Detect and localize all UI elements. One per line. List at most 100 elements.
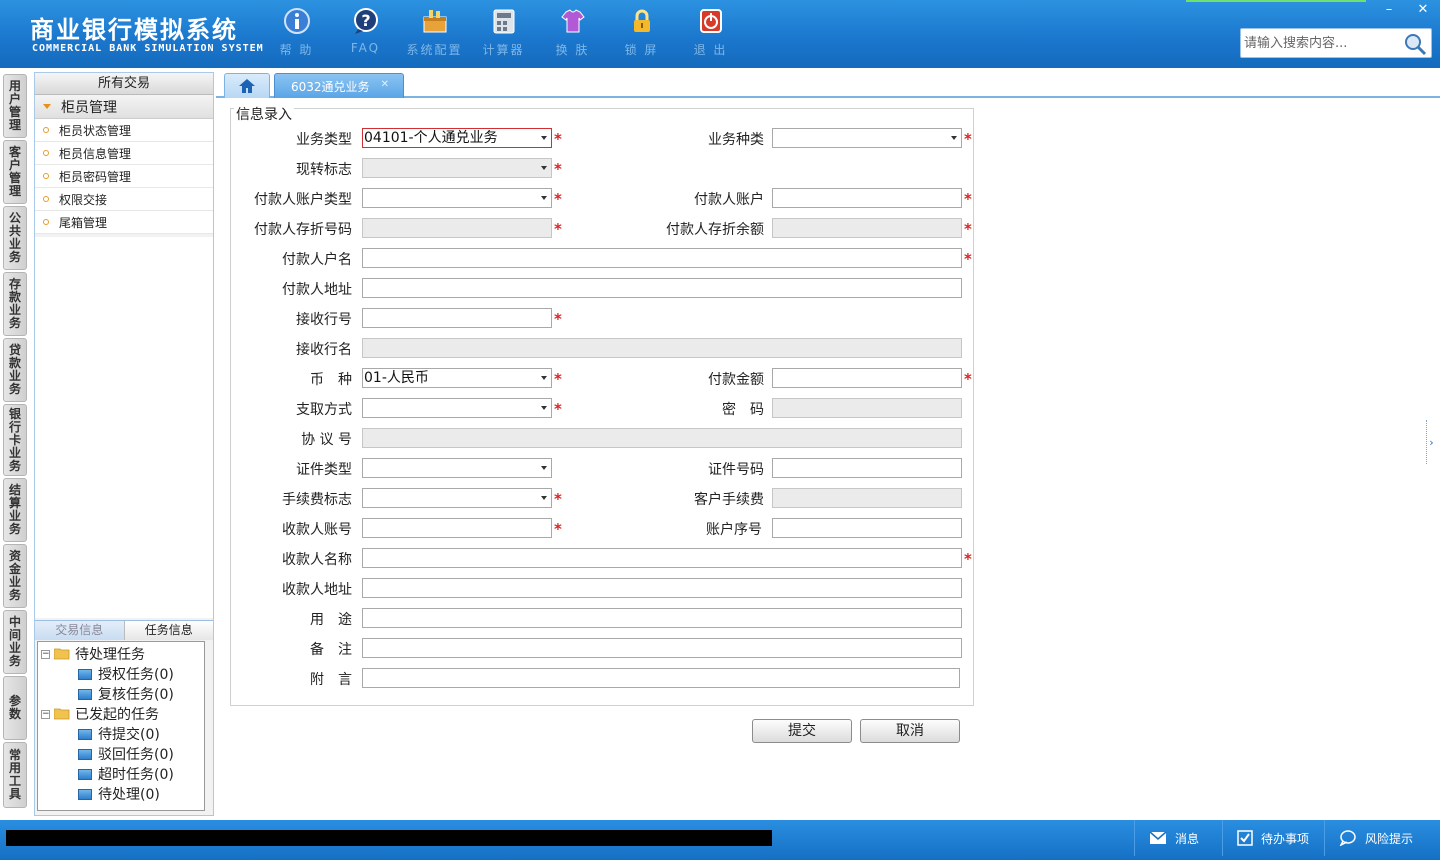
- purpose-input[interactable]: [362, 608, 962, 628]
- tree-leaf-label: 待处理(0): [98, 787, 160, 803]
- payer-address-input[interactable]: [362, 278, 962, 298]
- vtab-common-tools[interactable]: 常用工具: [3, 742, 27, 808]
- module-tabs: 用户管理 客户管理 公共业务 存款业务 贷款业务 银行卡业务 结算业务 资金业务…: [0, 68, 30, 820]
- tree-leaf-rejected[interactable]: 驳回任务(0): [38, 744, 204, 764]
- account-seq-input[interactable]: [772, 518, 962, 538]
- business-type-label: 业务类型: [296, 132, 352, 148]
- tree-leaf-authorization[interactable]: 授权任务(0): [38, 664, 204, 684]
- side-panel-toggle[interactable]: ›: [1426, 420, 1436, 464]
- payee-account-input[interactable]: [362, 518, 552, 538]
- vtab-deposit-business[interactable]: 存款业务: [3, 272, 27, 336]
- toolbar-skin-button[interactable]: 换 肤: [538, 6, 607, 62]
- tab-task-info[interactable]: 任务信息: [123, 621, 213, 640]
- withdraw-method-select[interactable]: [362, 398, 552, 418]
- vtab-fund-business[interactable]: 资金业务: [3, 544, 27, 608]
- all-transactions-header[interactable]: 所有交易: [35, 73, 213, 95]
- task-list-icon: [78, 728, 92, 740]
- app-header: 商业银行模拟系统 COMMERCIAL BANK SIMULATION SYST…: [0, 0, 1440, 68]
- close-window-button[interactable]: ✕: [1406, 0, 1440, 18]
- tree-leaf-to-process[interactable]: 待处理(0): [38, 784, 204, 804]
- toolbar-settings-button[interactable]: 系统配置: [400, 6, 469, 62]
- toolbar-exit-button[interactable]: 退 出: [676, 6, 745, 62]
- receiving-bank-name-label: 接收行名: [296, 342, 352, 358]
- todo-button[interactable]: 待办事项: [1222, 820, 1324, 856]
- payer-passbook-balance-input[interactable]: [772, 218, 962, 238]
- payee-name-input[interactable]: [362, 548, 962, 568]
- toolbar-calculator-label: 计算器: [482, 43, 525, 57]
- submit-button[interactable]: 提交: [752, 719, 852, 743]
- vtab-public-business[interactable]: 公共业务: [3, 206, 27, 270]
- payee-name-label: 收款人名称: [282, 552, 352, 568]
- tab-6032-universal-withdrawal[interactable]: 6032通兑业务 ✕: [274, 73, 404, 98]
- vtab-intermediary-business[interactable]: 中间业务: [3, 610, 27, 674]
- fee-flag-select[interactable]: [362, 488, 552, 508]
- minimize-button[interactable]: –: [1372, 0, 1406, 18]
- id-number-input[interactable]: [772, 458, 962, 478]
- menu-item-tail-box[interactable]: 尾箱管理: [35, 211, 213, 234]
- tree-node-initiated[interactable]: − 已发起的任务: [38, 704, 204, 724]
- messages-button[interactable]: 消息: [1134, 820, 1222, 856]
- remark-input[interactable]: [362, 638, 962, 658]
- collapse-icon[interactable]: −: [41, 709, 50, 719]
- postscript-input[interactable]: [362, 668, 960, 688]
- vtab-settlement-business[interactable]: 结算业务: [3, 478, 27, 542]
- business-type-select[interactable]: 04101-个人通兑业务: [362, 128, 552, 148]
- search-icon[interactable]: [1403, 32, 1427, 56]
- required-mark: *: [964, 550, 972, 568]
- toolbar-faq-button[interactable]: ? FAQ: [331, 6, 400, 62]
- menu-item-teller-status[interactable]: 柜员状态管理: [35, 119, 213, 142]
- vtab-bank-card-business[interactable]: 银行卡业务: [3, 404, 27, 476]
- risk-alert-button[interactable]: 风险提示: [1324, 820, 1434, 856]
- tree-leaf-review[interactable]: 复核任务(0): [38, 684, 204, 704]
- toolbar-settings-label: 系统配置: [406, 43, 463, 57]
- home-tab[interactable]: [224, 73, 270, 98]
- payment-amount-input[interactable]: [772, 368, 962, 388]
- agreement-no-label: 协 议 号: [301, 432, 352, 448]
- receiving-bank-no-label: 接收行号: [296, 312, 352, 328]
- payer-account-input[interactable]: [772, 188, 962, 208]
- payer-name-input[interactable]: [362, 248, 962, 268]
- business-kind-select[interactable]: [772, 128, 962, 148]
- menu-item-teller-info[interactable]: 柜员信息管理: [35, 142, 213, 165]
- currency-select[interactable]: 01-人民币: [362, 368, 552, 388]
- main-toolbar: 帮 助 ? FAQ 系统配置 计算器 换 肤 锁 屏 退 出: [262, 6, 745, 62]
- payer-passbook-no-input[interactable]: [362, 218, 552, 238]
- payee-address-input[interactable]: [362, 578, 962, 598]
- password-input[interactable]: [772, 398, 962, 418]
- app-title: 商业银行模拟系统: [30, 16, 238, 44]
- payer-account-type-select[interactable]: [362, 188, 552, 208]
- todo-label: 待办事项: [1261, 831, 1310, 846]
- toolbar-help-button[interactable]: 帮 助: [262, 6, 331, 62]
- required-mark: *: [554, 490, 562, 508]
- id-type-select[interactable]: [362, 458, 552, 478]
- vtab-customer-management[interactable]: 客户管理: [3, 140, 27, 204]
- customer-fee-input[interactable]: [772, 488, 962, 508]
- bullet-icon: [43, 150, 49, 156]
- menu-item-label: 尾箱管理: [59, 215, 108, 230]
- fee-flag-label: 手续费标志: [282, 492, 352, 508]
- tab-transaction-info[interactable]: 交易信息: [35, 621, 124, 640]
- agreement-no-input[interactable]: [362, 428, 962, 448]
- folder-open-icon: [54, 708, 70, 720]
- tree-leaf-to-submit[interactable]: 待提交(0): [38, 724, 204, 744]
- vtab-parameters[interactable]: 参数: [3, 676, 27, 740]
- menu-item-label: 权限交接: [59, 192, 108, 207]
- search-input[interactable]: [1241, 30, 1401, 56]
- tree-leaf-timeout[interactable]: 超时任务(0): [38, 764, 204, 784]
- close-tab-icon[interactable]: ✕: [381, 79, 389, 90]
- tree-node-pending[interactable]: − 待处理任务: [38, 644, 204, 664]
- receiving-bank-name-input[interactable]: [362, 338, 962, 358]
- vtab-user-management[interactable]: 用户管理: [3, 74, 27, 138]
- receiving-bank-no-input[interactable]: [362, 308, 552, 328]
- toolbar-calculator-button[interactable]: 计算器: [469, 6, 538, 62]
- vtab-loan-business[interactable]: 贷款业务: [3, 338, 27, 402]
- home-icon: [239, 79, 255, 93]
- collapse-icon[interactable]: −: [41, 649, 50, 659]
- menu-item-teller-password[interactable]: 柜员密码管理: [35, 165, 213, 188]
- teller-management-group[interactable]: 柜员管理: [35, 95, 213, 119]
- lock-icon: [627, 6, 657, 36]
- cancel-button[interactable]: 取消: [860, 719, 960, 743]
- toolbar-lock-button[interactable]: 锁 屏: [607, 6, 676, 62]
- menu-item-permission-handover[interactable]: 权限交接: [35, 188, 213, 211]
- cash-transfer-flag-select[interactable]: [362, 158, 552, 178]
